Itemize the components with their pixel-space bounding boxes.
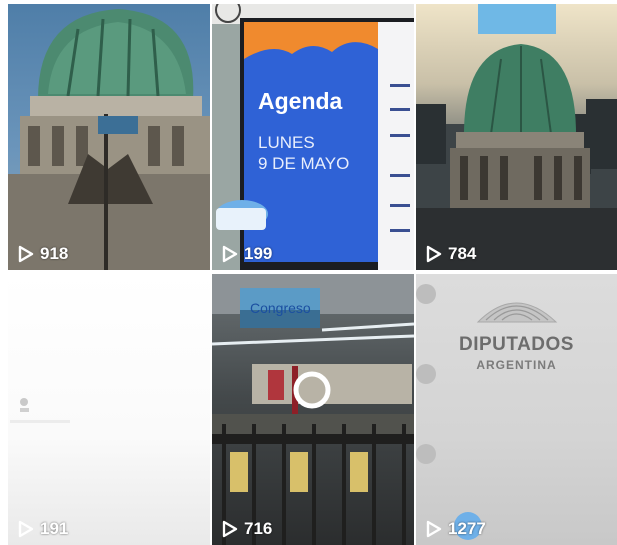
view-count-text: 918 <box>40 244 69 263</box>
view-count-text: 784 <box>448 244 477 263</box>
play-icon <box>222 520 238 538</box>
agenda-date-text: 9 DE MAYO <box>258 154 350 173</box>
play-icon <box>426 245 442 263</box>
play-icon <box>426 520 442 538</box>
subway-photo <box>212 274 414 545</box>
view-count: 199 <box>222 244 272 264</box>
video-thumbnail-1[interactable]: 918 <box>8 4 210 270</box>
video-thumbnail-2[interactable]: Agenda LUNES 9 DE MAYO 199 <box>212 4 414 270</box>
view-count: 1277 <box>426 519 486 539</box>
view-count-text: 1277 <box>448 519 486 538</box>
dome-photo <box>8 9 210 270</box>
agenda-day: LUNES <box>258 133 315 152</box>
video-thumbnail-4[interactable]: 191 <box>8 274 210 545</box>
view-count-text: 716 <box>244 519 273 538</box>
wall-subtitle: ARGENTINA <box>476 358 557 372</box>
view-count: 191 <box>18 519 68 539</box>
video-thumbnail-6[interactable]: DIPUTADOS ARGENTINA 1277 <box>416 274 617 545</box>
wall-title: DIPUTADOS <box>459 334 574 355</box>
agenda-title: Agenda <box>258 88 343 114</box>
agenda-date: LUNES 9 DE MAYO <box>258 132 378 174</box>
dome-city-photo <box>416 44 617 270</box>
video-thumbnail-3[interactable]: 784 <box>416 4 617 270</box>
station-sign: Congreso <box>250 300 311 316</box>
view-count: 918 <box>18 244 68 264</box>
view-count: 716 <box>222 519 272 539</box>
caption-tag <box>478 4 556 34</box>
view-count-text: 191 <box>40 519 69 538</box>
play-icon <box>18 245 34 263</box>
view-count-text: 199 <box>244 244 273 263</box>
play-icon <box>18 520 34 538</box>
diputados-wall <box>416 284 558 540</box>
view-count: 784 <box>426 244 476 264</box>
video-thumbnail-5[interactable]: Congreso 716 <box>212 274 414 545</box>
play-icon <box>222 245 238 263</box>
video-grid: 918 Agenda LUNES 9 DE MAYO 199 784 191 C… <box>8 4 617 545</box>
blank-photo <box>10 398 70 423</box>
